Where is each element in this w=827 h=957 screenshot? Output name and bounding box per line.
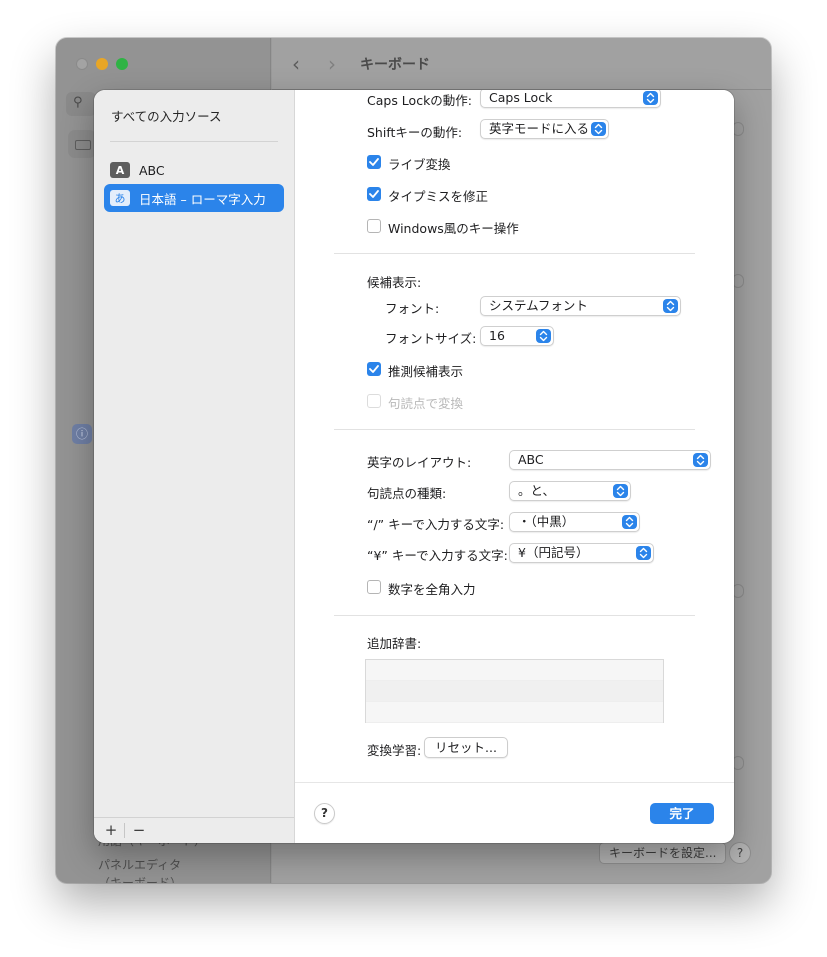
candidates-section-title: 候補表示: (367, 275, 422, 290)
punctuation-convert-checkbox (367, 394, 381, 408)
candidate-font-popup[interactable]: システムフォント (480, 296, 681, 316)
candidate-font-size-popup[interactable]: 16 (480, 326, 554, 346)
live-conversion-checkbox[interactable] (367, 155, 381, 169)
divider (334, 615, 695, 616)
windows-keys-checkbox[interactable] (367, 219, 381, 233)
input-source-label: 日本語 – ローマ字入力 (139, 191, 266, 207)
chevron-updown-icon (663, 299, 678, 313)
chevron-updown-icon (636, 546, 651, 560)
punctuation-convert-label: 句読点で変換 (388, 396, 464, 411)
input-source-options: Caps Lockの動作: Caps Lock Shiftキーの動作: 英字モー… (295, 90, 734, 782)
input-source-japanese-romaji[interactable]: あ 日本語 – ローマ字入力 (104, 184, 284, 212)
remove-input-source-button[interactable]: − (129, 821, 149, 839)
slash-key-label: “/” キーで入力する文字: (367, 517, 505, 532)
search-icon[interactable]: ⚲ (66, 92, 96, 116)
alpha-layout-popup[interactable]: ABC (509, 450, 711, 470)
keyboard-icon (68, 130, 96, 158)
caps-lock-behavior-popup[interactable]: Caps Lock (480, 90, 661, 108)
back-chevron-icon[interactable]: ‹ (292, 52, 300, 76)
help-button[interactable]: ? (314, 803, 335, 824)
popup-value: 。と、 (518, 483, 556, 498)
background-help-button[interactable]: ? (729, 842, 751, 864)
chevron-updown-icon (613, 484, 628, 498)
shift-behavior-label: Shiftキーの動作: (367, 125, 463, 140)
sheet-footer: ? 完了 (295, 782, 734, 843)
list-item (366, 681, 663, 702)
japanese-input-icon: あ (110, 190, 130, 206)
divider (334, 253, 695, 254)
slash-key-popup[interactable]: ・（中黒） (509, 512, 640, 532)
divider (334, 429, 695, 430)
candidate-font-label: フォント: (385, 301, 440, 316)
chevron-updown-icon (693, 453, 708, 467)
typo-fix-checkbox[interactable] (367, 187, 381, 201)
input-source-label: ABC (139, 162, 165, 178)
yen-key-popup[interactable]: ¥（円記号） (509, 543, 654, 563)
popup-value: Caps Lock (489, 90, 553, 105)
abc-input-icon: A (110, 162, 130, 178)
additional-dictionary-title: 追加辞書: (367, 636, 422, 651)
typo-fix-label: タイプミスを修正 (388, 189, 489, 204)
chevron-updown-icon (536, 329, 551, 343)
predictive-candidates-label: 推測候補表示 (388, 364, 464, 379)
input-source-list-header: すべての入力ソース (111, 109, 222, 124)
done-button[interactable]: 完了 (650, 803, 714, 824)
accessibility-icon: ⓘ (72, 424, 92, 444)
divider (124, 823, 125, 838)
background-titlebar: ‹ › キーボード (272, 38, 771, 90)
window-minimize-button[interactable] (96, 58, 108, 70)
live-conversion-label: ライブ変換 (388, 157, 451, 172)
popup-value: ¥（円記号） (518, 545, 589, 560)
popup-value: 16 (489, 328, 505, 343)
punctuation-type-label: 句読点の種類: (367, 486, 447, 501)
fullwidth-numbers-checkbox[interactable] (367, 580, 381, 594)
list-item (366, 702, 663, 723)
background-sidebar-item: パネルエディタ (98, 858, 182, 872)
predictive-candidates-checkbox[interactable] (367, 362, 381, 376)
forward-chevron-icon[interactable]: › (328, 52, 336, 76)
chevron-updown-icon (622, 515, 637, 529)
alpha-layout-label: 英字のレイアウト: (367, 455, 472, 470)
chevron-updown-icon (643, 91, 658, 105)
input-source-list: すべての入力ソース A ABC あ 日本語 – ローマ字入力 + − (94, 90, 295, 843)
additional-dictionary-list[interactable] (365, 659, 664, 723)
popup-value: ・（中黒） (518, 514, 575, 529)
input-source-list-footer: + − (94, 817, 294, 843)
window-zoom-button[interactable] (116, 58, 128, 70)
candidate-font-size-label: フォントサイズ: (385, 331, 477, 346)
caps-lock-behavior-label: Caps Lockの動作: (367, 93, 473, 108)
punctuation-type-popup[interactable]: 。と、 (509, 481, 631, 501)
shift-behavior-popup[interactable]: 英字モードに入る (480, 119, 609, 139)
input-source-abc[interactable]: A ABC (104, 156, 284, 184)
popup-value: 英字モードに入る (489, 121, 590, 136)
reset-learning-button[interactable]: リセット... (424, 737, 508, 758)
list-item (366, 660, 663, 681)
windows-keys-label: Windows風のキー操作 (388, 221, 519, 236)
popup-value: システムフォント (489, 298, 588, 313)
fullwidth-numbers-label: 数字を全角入力 (388, 582, 476, 597)
yen-key-label: “¥” キーで入力する文字: (367, 548, 508, 563)
popup-value: ABC (518, 452, 544, 467)
input-sources-sheet: すべての入力ソース A ABC あ 日本語 – ローマ字入力 + − Caps … (94, 90, 734, 843)
conversion-learning-label: 変換学習: (367, 743, 422, 758)
background-window-title: キーボード (360, 57, 430, 73)
window-close-button[interactable] (76, 58, 88, 70)
keyboard-setup-button[interactable]: キーボードを設定... (599, 842, 727, 864)
add-input-source-button[interactable]: + (101, 821, 121, 839)
divider (110, 141, 278, 142)
background-sidebar-item: （キーボード） (98, 876, 183, 883)
chevron-updown-icon (591, 122, 606, 136)
